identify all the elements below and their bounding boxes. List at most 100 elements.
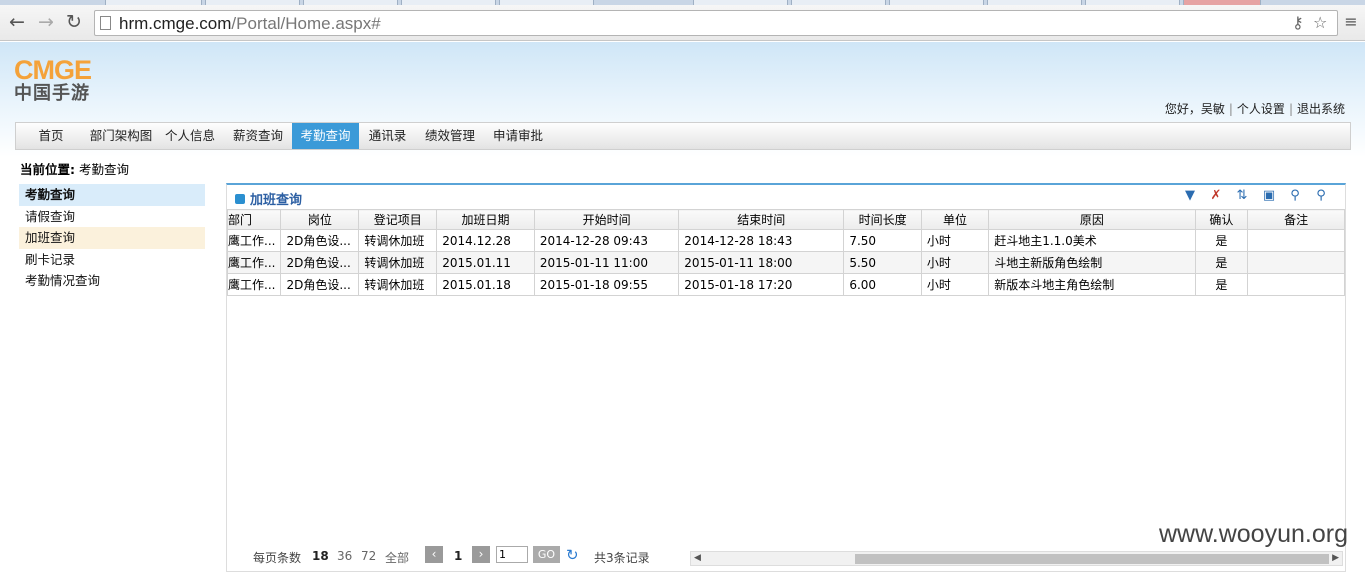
table-cell: 2D角色设... — [280, 229, 360, 252]
reload-icon[interactable]: ↻ — [63, 11, 85, 33]
refresh-icon[interactable]: ↻ — [566, 546, 579, 564]
nav-item-home[interactable]: 首页 — [16, 123, 86, 149]
table-cell: 2015.01.11 — [436, 251, 535, 274]
table-cell — [1247, 229, 1345, 252]
table-row[interactable]: 鹰工作... 2D角色设... 转调休加班 2015.01.18 2015-01… — [226, 273, 1345, 296]
export-icon[interactable]: ▣ — [1260, 187, 1278, 204]
col-header[interactable]: 结束时间 — [678, 209, 845, 230]
table-cell: 2015-01-11 18:00 — [678, 251, 845, 274]
breadcrumb-value: 考勤查询 — [78, 162, 129, 177]
table-cell: 2014-12-28 09:43 — [533, 229, 680, 252]
settings-link[interactable]: 个人设置 — [1237, 102, 1285, 116]
nav-item-org-chart[interactable]: 部门架构图 — [86, 123, 156, 149]
col-header[interactable]: 加班日期 — [436, 209, 535, 230]
prev-page-button[interactable]: ‹ — [425, 546, 443, 563]
key-icon[interactable]: ⚷ — [1292, 13, 1304, 32]
star-icon[interactable]: ☆ — [1313, 13, 1327, 32]
panel-title-text: 加班查询 — [250, 193, 303, 208]
nav-item-approval[interactable]: 申请审批 — [488, 123, 548, 149]
table-row[interactable]: 鹰工作... 2D角色设... 转调休加班 2014.12.28 2014-12… — [226, 229, 1345, 252]
table-cell: 转调休加班 — [358, 229, 438, 252]
breadcrumb-label: 当前位置: — [20, 162, 75, 177]
logout-link[interactable]: 退出系统 — [1297, 102, 1345, 116]
col-header[interactable]: 登记项目 — [358, 209, 438, 230]
main-nav: 首页 部门架构图 个人信息 薪资查询 考勤查询 通讯录 绩效管理 申请审批 — [15, 122, 1351, 150]
table-cell: 7.50 — [843, 229, 922, 252]
page-number-input[interactable] — [496, 546, 528, 563]
watermark: www.wooyun.org — [1159, 520, 1348, 548]
table-cell: 2015-01-11 11:00 — [533, 251, 680, 274]
sort-icon[interactable]: ⇅ — [1233, 187, 1251, 204]
logo-cn: 中国手游 — [14, 83, 90, 104]
nav-item-salary[interactable]: 薪资查询 — [228, 123, 288, 149]
page-icon — [100, 16, 111, 30]
total-records: 共3条记录 — [594, 551, 650, 565]
col-header[interactable]: 时间长度 — [843, 209, 922, 230]
scroll-right-icon[interactable]: ▶ — [1332, 552, 1339, 565]
table-cell: 2015-01-18 09:55 — [533, 273, 680, 296]
sidebar-item-card-records[interactable]: 刷卡记录 — [19, 249, 205, 271]
current-page: 1 — [454, 549, 463, 563]
separator: | — [1288, 102, 1293, 116]
nav-item-attendance[interactable]: 考勤查询 — [292, 123, 359, 149]
table-cell: 2014-12-28 18:43 — [678, 229, 845, 252]
user-greeting: 您好，吴敏 — [1164, 102, 1225, 116]
sidebar-item-overtime[interactable]: 加班查询 — [19, 227, 205, 249]
nav-item-contacts[interactable]: 通讯录 — [365, 123, 410, 149]
clear-filter-icon[interactable]: ✗ — [1207, 187, 1225, 204]
col-header[interactable]: 备注 — [1247, 209, 1345, 230]
url-host: hrm.cmge.com — [119, 14, 232, 33]
zoom-icon[interactable]: ⚲ — [1286, 187, 1304, 204]
overtime-panel: 加班查询 ▼ ✗ ⇅ ▣ ⚲ ⚲ 部门 岗位 登记项目 加班日期 开始时间 结束… — [226, 183, 1346, 530]
filter-icon[interactable]: ▼ — [1181, 187, 1199, 204]
menu-icon[interactable]: ≡ — [1340, 11, 1362, 33]
scrollbar-thumb[interactable] — [855, 554, 1329, 564]
col-header[interactable]: 岗位 — [280, 209, 360, 230]
table-cell — [1247, 251, 1345, 274]
table-cell: 鹰工作... — [226, 229, 282, 252]
table-header-row: 部门 岗位 登记项目 加班日期 开始时间 结束时间 时间长度 单位 原因 确认 … — [226, 209, 1345, 230]
logo: CMGE 中国手游 — [14, 56, 114, 106]
table-cell: 小时 — [920, 251, 990, 274]
search-icon[interactable]: ⚲ — [1312, 187, 1330, 204]
col-header[interactable]: 确认 — [1194, 209, 1249, 230]
scroll-left-icon[interactable]: ◀ — [694, 552, 701, 565]
breadcrumb: 当前位置: 考勤查询 — [20, 159, 129, 178]
url-path: /Portal/Home.aspx# — [231, 14, 381, 33]
table-cell: 是 — [1194, 229, 1249, 252]
nav-item-performance[interactable]: 绩效管理 — [420, 123, 480, 149]
page-size-option[interactable]: 全部 — [385, 549, 409, 566]
sidebar-item-attendance-status[interactable]: 考勤情况查询 — [19, 270, 205, 292]
table-cell: 2D角色设... — [280, 251, 360, 274]
page: CMGE 中国手游 您好，吴敏 | 个人设置 | 退出系统 首页 部门架构图 个人信息 … — [0, 42, 1365, 572]
sidebar-item-attendance[interactable]: 考勤查询 — [19, 184, 205, 206]
back-icon[interactable]: ← — [6, 11, 28, 33]
go-button[interactable]: GO — [533, 546, 560, 563]
table-cell: 转调休加班 — [358, 251, 438, 274]
table-row[interactable]: 鹰工作... 2D角色设... 转调休加班 2015.01.11 2015-01… — [226, 251, 1345, 274]
table-cell: 2015.01.18 — [436, 273, 535, 296]
page-size-option[interactable]: 18 — [312, 549, 329, 563]
separator: | — [1228, 102, 1233, 116]
table-cell: 6.00 — [843, 273, 922, 296]
address-bar[interactable]: hrm.cmge.com/Portal/Home.aspx# ⚷ ☆ — [94, 10, 1338, 36]
forward-icon[interactable]: → — [35, 11, 57, 33]
page-size-option[interactable]: 36 — [337, 549, 352, 563]
col-header[interactable]: 单位 — [920, 209, 990, 230]
sidebar-item-leave[interactable]: 请假查询 — [19, 206, 205, 228]
table-cell: 斗地主新版角色绘制 — [988, 251, 1196, 274]
next-page-button[interactable]: › — [472, 546, 490, 563]
col-header[interactable]: 开始时间 — [533, 209, 680, 230]
page-size-option[interactable]: 72 — [361, 549, 376, 563]
col-header[interactable]: 部门 — [226, 209, 282, 230]
user-bar: 您好，吴敏 | 个人设置 | 退出系统 — [1165, 100, 1345, 117]
address-url: hrm.cmge.com/Portal/Home.aspx# — [119, 14, 381, 34]
nav-item-profile[interactable]: 个人信息 — [160, 123, 220, 149]
per-page-label: 每页条数 — [253, 551, 302, 565]
table-cell: 是 — [1194, 273, 1249, 296]
overtime-table: 部门 岗位 登记项目 加班日期 开始时间 结束时间 时间长度 单位 原因 确认 … — [226, 209, 1345, 296]
col-header[interactable]: 原因 — [988, 209, 1196, 230]
table-cell: 2015-01-18 17:20 — [678, 273, 845, 296]
table-cell: 2014.12.28 — [436, 229, 535, 252]
browser-toolbar: ← → ↻ hrm.cmge.com/Portal/Home.aspx# ⚷ ☆… — [0, 5, 1365, 41]
